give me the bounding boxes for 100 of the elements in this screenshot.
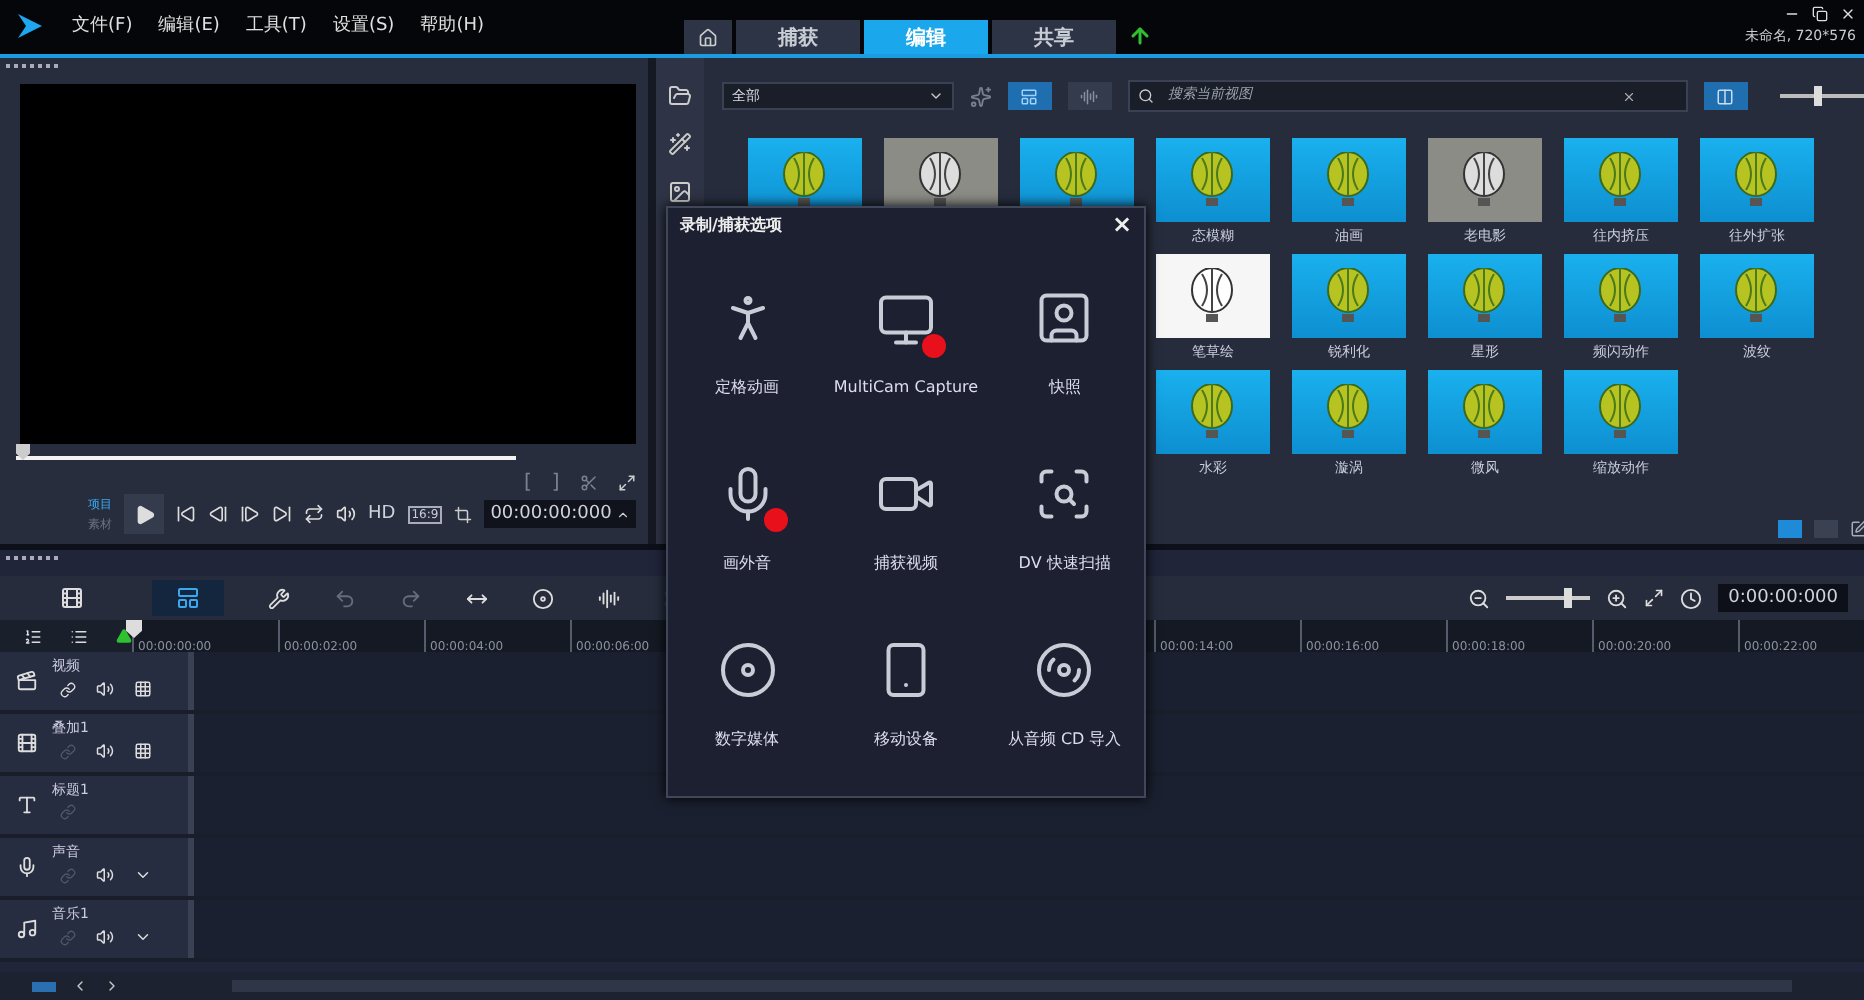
menu-item[interactable]: 编辑(E) <box>158 12 220 38</box>
audio-mixer-icon[interactable] <box>598 587 620 609</box>
home-tab[interactable] <box>684 20 732 54</box>
menu-item[interactable]: 工具(T) <box>245 12 307 38</box>
option-label[interactable]: DV 快速扫描 <box>1018 551 1111 573</box>
spinner-icon[interactable] <box>615 507 630 521</box>
fit-project-icon[interactable] <box>1644 588 1665 608</box>
link-icon[interactable] <box>60 681 76 697</box>
timeline-view-button[interactable] <box>152 580 224 616</box>
slider-thumb[interactable] <box>1564 588 1573 608</box>
balloon-thumbnail[interactable] <box>1563 254 1678 338</box>
zoom-in-icon[interactable] <box>1606 587 1629 609</box>
thumbnail-view-toggle[interactable] <box>1007 82 1052 110</box>
step-forward-icon[interactable] <box>240 504 260 524</box>
balloon-thumbnail[interactable] <box>1699 254 1814 338</box>
option-label[interactable]: 从音频 CD 导入 <box>1007 727 1122 749</box>
record-icon[interactable] <box>532 587 554 609</box>
volume-icon[interactable] <box>96 680 114 698</box>
balloon-thumbnail[interactable] <box>1427 138 1542 222</box>
balloon-thumbnail[interactable] <box>1699 138 1814 222</box>
chevron-down-icon[interactable] <box>134 866 152 884</box>
option-label[interactable]: 快照 <box>1048 375 1081 397</box>
balloon-thumbnail[interactable] <box>1427 254 1542 338</box>
balloon-thumbnail[interactable] <box>1563 370 1678 454</box>
audio-icon[interactable] <box>1080 87 1099 105</box>
upload-arrow-icon[interactable] <box>1128 24 1152 48</box>
option-label[interactable]: 画外音 <box>723 551 772 573</box>
skip-back-icon[interactable] <box>176 504 196 524</box>
menu-item[interactable]: 帮助(H) <box>420 12 484 38</box>
balloon-thumbnail[interactable] <box>1291 138 1406 222</box>
step-back-icon[interactable] <box>208 504 228 524</box>
audio-view-toggle[interactable] <box>1067 82 1112 110</box>
redo-icon[interactable] <box>400 587 422 609</box>
dialog-title: 录制/捕获选项 <box>680 213 782 235</box>
expand-icon[interactable] <box>617 473 636 491</box>
track-icon <box>15 918 37 940</box>
dropdown-caret-icon[interactable] <box>927 88 944 104</box>
balloon-thumbnail[interactable] <box>1291 370 1406 454</box>
balloon-thumbnail[interactable] <box>1563 138 1678 222</box>
scroll-right-icon[interactable] <box>104 978 120 994</box>
option-label[interactable]: 定格动画 <box>715 375 780 397</box>
mark-out-button[interactable]: ] <box>551 471 560 493</box>
menu-item[interactable]: 文件(F) <box>72 12 133 38</box>
playhead[interactable] <box>126 620 142 638</box>
sparkle-icon[interactable] <box>969 85 992 107</box>
play-button[interactable] <box>124 494 164 534</box>
search-icon[interactable] <box>1137 88 1154 104</box>
timecode-field[interactable]: 00:00:00:000 <box>484 500 636 528</box>
chevron-down-icon[interactable] <box>134 928 152 946</box>
list-view-toggle[interactable] <box>1703 82 1748 110</box>
balloon-thumbnail[interactable] <box>1291 254 1406 338</box>
triangle-icon[interactable] <box>116 628 132 644</box>
tab[interactable]: 共享 <box>992 20 1116 54</box>
tools-icon[interactable] <box>268 587 290 609</box>
volume-icon[interactable] <box>336 504 356 524</box>
grid-icon[interactable] <box>134 742 152 760</box>
option-label[interactable]: 数字媒体 <box>715 727 780 749</box>
clock-icon[interactable] <box>1680 587 1703 609</box>
track-icon <box>15 732 37 754</box>
scissors-icon[interactable] <box>579 473 598 491</box>
hd-button[interactable]: HD <box>368 504 396 524</box>
crop-icon[interactable] <box>454 505 473 523</box>
volume-icon[interactable] <box>96 866 114 884</box>
close-icon[interactable] <box>1840 6 1856 22</box>
balloon-thumbnail[interactable] <box>1427 370 1542 454</box>
volume-icon[interactable] <box>96 928 114 946</box>
view-button[interactable] <box>1777 520 1802 538</box>
image-icon[interactable] <box>667 180 692 204</box>
timeline-icon[interactable] <box>176 586 200 610</box>
grid-icon[interactable] <box>134 680 152 698</box>
list-icon[interactable] <box>70 627 88 645</box>
menu-item[interactable]: 设置(S) <box>332 12 395 38</box>
home-icon[interactable] <box>698 27 718 47</box>
film-icon[interactable] <box>60 586 84 610</box>
columns-icon[interactable] <box>1716 87 1735 105</box>
balloon-thumbnail[interactable] <box>1155 370 1270 454</box>
close-button[interactable]: × <box>1111 210 1132 238</box>
scroll-left-icon[interactable] <box>72 978 88 994</box>
track-manager-icon[interactable] <box>24 627 42 645</box>
media-icon[interactable] <box>667 84 692 108</box>
clear-icon[interactable] <box>1621 89 1636 103</box>
undo-icon[interactable] <box>334 587 356 609</box>
option-label[interactable]: MultiCam Capture <box>833 377 979 395</box>
balloon-thumbnail[interactable] <box>1155 138 1270 222</box>
option-label[interactable]: 移动设备 <box>873 727 938 749</box>
zoom-out-icon[interactable] <box>1468 587 1491 609</box>
volume-icon[interactable] <box>96 742 114 760</box>
balloon-thumbnail[interactable] <box>1155 254 1270 338</box>
overview-button[interactable] <box>32 981 56 991</box>
timecode-field[interactable]: 0:00:00:000 <box>1718 584 1848 612</box>
tab[interactable]: 捕获 <box>736 20 860 54</box>
wand-icon[interactable] <box>667 132 692 156</box>
restore-icon[interactable] <box>1812 6 1828 22</box>
option-label[interactable]: 捕获视频 <box>873 551 938 573</box>
track-icon <box>15 670 37 692</box>
play-icon[interactable] <box>133 503 155 525</box>
skip-forward-icon[interactable] <box>272 504 292 524</box>
repeat-icon[interactable] <box>304 504 324 524</box>
edit-icon[interactable] <box>1849 520 1864 538</box>
slider-thumb[interactable] <box>1813 86 1822 106</box>
